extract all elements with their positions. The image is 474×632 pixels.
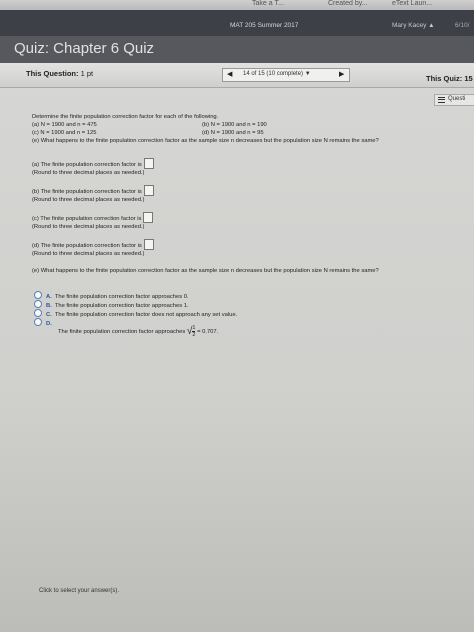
option-d-text: The finite population correction factor … [58,325,219,338]
answer-c-input[interactable] [143,212,154,223]
option-b-radio[interactable] [34,300,42,308]
answer-d: (d) The finite population correction fac… [32,239,154,258]
user-name[interactable]: Mary Kacey ▲ [392,22,435,29]
question-toolbar: This Question: 1 pt ◀ 14 of 15 (10 compl… [0,63,474,88]
browser-tab-take-a-test[interactable]: Take a T... [252,0,284,7]
answer-b-input[interactable] [143,185,154,196]
browser-tab-strip: Take a T... Created by... eText Laun... [0,0,474,10]
part-c-text: (c) N = 1900 and n = 125 [32,130,97,136]
part-d-text: (d) N = 1900 and n = 95 [202,130,264,136]
option-a-radio[interactable] [34,291,42,299]
option-d[interactable]: D. [34,318,55,328]
user-icon: ▲ [428,22,435,29]
browser-tab-created-by[interactable]: Created by... [328,0,368,7]
question-prompt: Determine the finite population correcti… [32,114,219,120]
part-e-text: (e) What happens to the finite populatio… [32,138,379,144]
select-answer-instruction: Click to select your answer(s). [39,588,120,594]
list-icon [438,97,445,103]
question-progress-dropdown[interactable]: 14 of 15 (10 complete) ▼ [243,71,311,77]
option-d-radio[interactable] [34,318,42,326]
part-a-text: (a) N = 1900 and n = 475 [32,122,97,128]
quiz-title: Quiz: Chapter 6 Quiz [14,40,155,57]
part-b-text: (b) N = 1900 and n = 190 [202,122,267,128]
date-label: 6/10/ [455,22,470,29]
next-question-button[interactable]: ▶ [339,70,344,78]
app-header: MAT 205 Summer 2017 Mary Kacey ▲ 6/10/ [0,10,474,36]
question-navigator: ◀ 14 of 15 (10 complete) ▼ ▶ [222,68,350,82]
this-quiz-info: This Quiz: 15 [426,74,473,83]
part-e-question: (e) What happens to the finite populatio… [32,268,379,274]
quiz-page: This Question: 1 pt ◀ 14 of 15 (10 compl… [0,63,474,632]
course-name: MAT 205 Summer 2017 [230,22,299,29]
this-question-info: This Question: 1 pt [26,69,94,78]
quiz-title-band: Quiz: Chapter 6 Quiz [0,36,474,63]
answer-a: (a) The finite population correction fac… [32,158,154,177]
option-c-radio[interactable] [34,309,42,317]
answer-d-input[interactable] [143,239,154,250]
question-list-button[interactable]: Questi [434,94,474,106]
answer-c: (c) The finite population correction fac… [32,212,154,231]
fraction-one-half: 12 [192,325,196,338]
answer-b: (b) The finite population correction fac… [32,185,154,204]
answer-a-input[interactable] [143,158,154,169]
previous-question-button[interactable]: ◀ [227,70,232,78]
browser-tab-etext[interactable]: eText Laun... [392,0,432,7]
option-c[interactable]: C. The finite population correction facto… [34,309,237,319]
